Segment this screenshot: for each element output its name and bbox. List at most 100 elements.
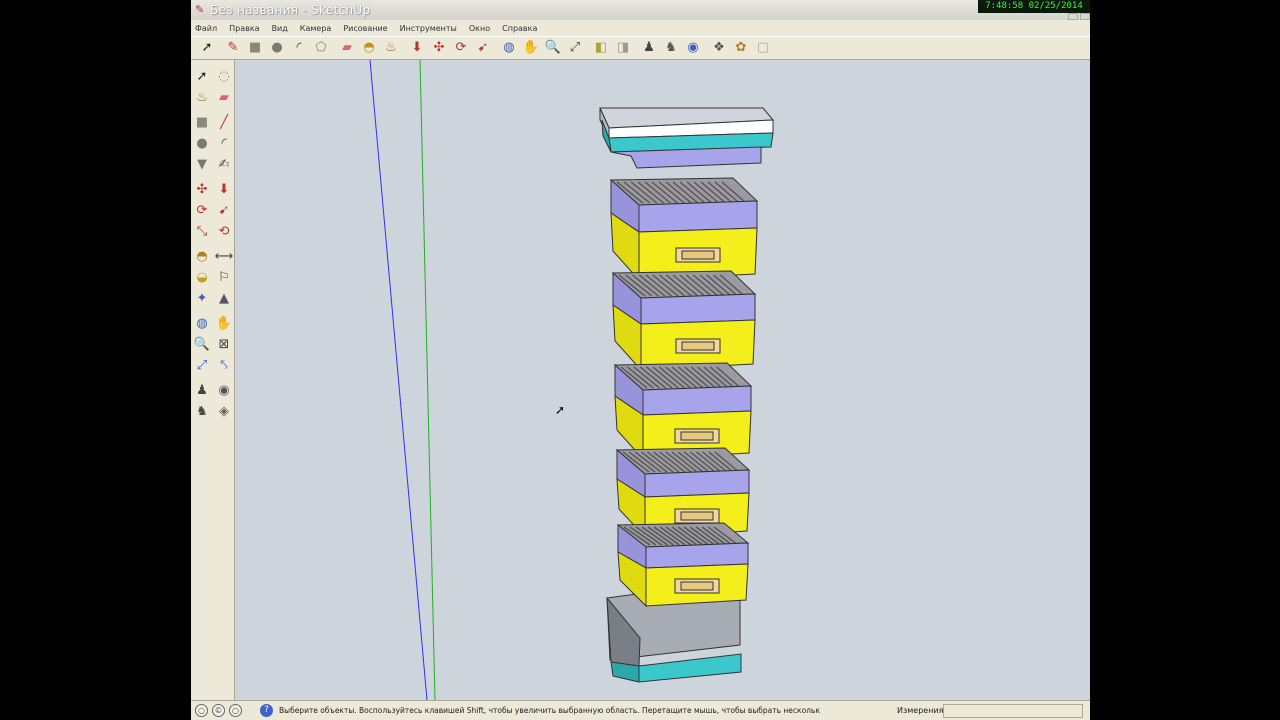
rotate-icon[interactable]: ⟳ — [451, 38, 471, 58]
look-around-icon[interactable]: ◉ — [683, 38, 703, 58]
zoom-window-icon[interactable]: ⊠ — [214, 334, 234, 354]
super-handle-grip — [680, 511, 714, 521]
polygon-icon[interactable]: ⬠ — [311, 38, 331, 58]
pencil-icon[interactable]: ✎ — [223, 38, 243, 58]
follow-me-icon[interactable]: ➹ — [473, 38, 493, 58]
axes-icon[interactable]: ✦ — [192, 288, 212, 308]
hive-lid — [599, 107, 775, 169]
pencil-icon: ✎ — [195, 3, 205, 16]
eraser-icon[interactable]: ▰ — [337, 38, 357, 58]
menu-bar: Файл Правка Вид Камера Рисование Инструменты О… — [191, 20, 1090, 36]
measurements-label: Измерения — [897, 706, 944, 715]
geolocation-icon[interactable]: ○ — [195, 704, 208, 717]
menu-item[interactable]: Файл — [195, 24, 217, 33]
move-icon[interactable]: ✣ — [192, 179, 212, 199]
tape-measure-icon[interactable]: ◓ — [359, 38, 379, 58]
walk-icon[interactable]: ♞ — [192, 401, 212, 421]
super-handle-grip — [681, 341, 715, 351]
arc-icon[interactable]: ◜ — [289, 38, 309, 58]
hive-super — [609, 177, 759, 282]
super-handle-grip — [680, 431, 714, 441]
text-icon[interactable]: ⚐ — [214, 267, 234, 287]
mouse-cursor: ➚ — [555, 403, 566, 417]
polygon-icon[interactable]: ▼ — [192, 154, 212, 174]
super-band-purple — [642, 385, 752, 416]
move-icon[interactable]: ✣ — [429, 38, 449, 58]
components-icon[interactable]: ❖ — [709, 38, 729, 58]
help-icon[interactable]: ? — [260, 704, 273, 717]
position-camera-icon[interactable]: ♟ — [192, 380, 212, 400]
super-handle-grip — [681, 250, 715, 260]
circle-icon[interactable]: ● — [267, 38, 287, 58]
follow-me-icon[interactable]: ➹ — [214, 200, 234, 220]
clock-controls — [1050, 13, 1090, 20]
circle-icon[interactable]: ● — [192, 133, 212, 153]
super-band-purple — [640, 293, 756, 325]
dimension-icon[interactable]: ⟷ — [214, 246, 234, 266]
walk-icon[interactable]: ♞ — [661, 38, 681, 58]
hive-super — [611, 270, 757, 372]
orbit-icon[interactable]: ◍ — [192, 313, 212, 333]
select-icon[interactable]: ➚ — [192, 66, 212, 86]
zoom-extents-icon[interactable]: ⤢ — [192, 355, 212, 375]
menu-item[interactable]: Окно — [469, 24, 490, 33]
eraser-icon[interactable]: ▰ — [214, 87, 234, 107]
menu-item[interactable]: Рисование — [343, 24, 387, 33]
title-bar[interactable]: ✎ Без названия - SketchUp — [191, 0, 1090, 20]
hive-super — [616, 522, 750, 608]
zoom-icon[interactable]: 🔍 — [192, 334, 212, 354]
menu-item[interactable]: Справка — [502, 24, 537, 33]
sketchup-window: ✎ Без названия - SketchUp Файл Правка Вид К… — [191, 0, 1090, 720]
select-arrow-icon[interactable]: ➚ — [197, 38, 217, 58]
previous-view-icon[interactable]: ◧ — [591, 38, 611, 58]
clock-button[interactable] — [1080, 13, 1090, 20]
super-handle-grip — [680, 581, 714, 591]
rectangle-icon[interactable]: ■ — [192, 112, 212, 132]
zoom-extents-icon[interactable]: ⤢ — [565, 38, 585, 58]
offset-icon[interactable]: ⟲ — [214, 221, 234, 241]
freehand-icon[interactable]: ✍ — [214, 154, 234, 174]
menu-item[interactable]: Инструменты — [400, 24, 457, 33]
blue-axis — [369, 60, 428, 700]
look-around-icon[interactable]: ◉ — [214, 380, 234, 400]
protractor-icon[interactable]: ◒ — [192, 267, 212, 287]
credits-icon[interactable]: © — [212, 704, 225, 717]
paint-bucket-icon[interactable]: ♨ — [381, 38, 401, 58]
scale-icon[interactable]: ⤡ — [192, 221, 212, 241]
arc-icon[interactable]: ◜ — [214, 133, 234, 153]
drawing-area[interactable]: ➚ — [235, 60, 1090, 700]
menu-item[interactable]: Вид — [272, 24, 288, 33]
rectangle-icon[interactable]: ■ — [245, 38, 265, 58]
push-pull-icon[interactable]: ⬇ — [407, 38, 427, 58]
model-canvas — [369, 60, 775, 700]
status-bar: ○ © ○ ? Выберите объекты. Воспользуйтесь… — [191, 700, 1090, 720]
pan-icon[interactable]: ✋ — [214, 313, 234, 333]
materials-icon[interactable]: ✿ — [731, 38, 751, 58]
clock-overlay: 7:48:58 02/25/2014 — [978, 0, 1090, 13]
super-band-purple — [638, 200, 758, 233]
position-camera-icon[interactable]: ♟ — [639, 38, 659, 58]
green-axis — [419, 60, 436, 700]
pan-icon[interactable]: ✋ — [521, 38, 541, 58]
super-band-purple — [644, 469, 750, 498]
measurements-field[interactable] — [943, 704, 1083, 718]
status-hint: Выберите объекты. Воспользуйтесь клавише… — [279, 706, 820, 715]
orbit-icon[interactable]: ◍ — [499, 38, 519, 58]
zoom-icon[interactable]: 🔍 — [543, 38, 563, 58]
next-view-icon[interactable]: ◨ — [613, 38, 633, 58]
line-icon[interactable]: ╱ — [214, 112, 234, 132]
user-icon[interactable]: ○ — [229, 704, 242, 717]
3d-text-icon[interactable]: ▲ — [214, 288, 234, 308]
styles-icon[interactable]: ▢ — [753, 38, 773, 58]
menu-item[interactable]: Камера — [300, 24, 332, 33]
tape-measure-icon[interactable]: ◓ — [192, 246, 212, 266]
make-component-icon[interactable]: ◌ — [214, 66, 234, 86]
section-plane-icon[interactable]: ◈ — [214, 401, 234, 421]
push-pull-icon[interactable]: ⬇ — [214, 179, 234, 199]
menu-item[interactable]: Правка — [229, 24, 259, 33]
paint-bucket-icon[interactable]: ♨ — [192, 87, 212, 107]
previous-icon[interactable]: ⤣ — [214, 355, 234, 375]
rotate-icon[interactable]: ⟳ — [192, 200, 212, 220]
large-tool-set: ➚ ◌ ♨ ▰ ■ ╱ ● ◜ ▼ ✍ ✣ ⬇ ⟳ ➹ ⤡ ⟲ ◓ ⟷ ◒ ⚐ ✦ ▲ ◍ ✋ 🔍 ⊠ ⤢ ⤣ ♟ ◉ ♞ ◈ — [191, 60, 235, 700]
clock-button[interactable] — [1068, 13, 1078, 20]
